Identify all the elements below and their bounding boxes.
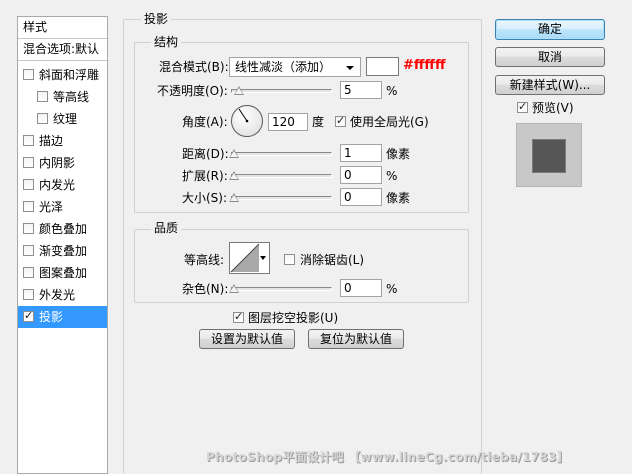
blend-mode-label: 混合模式(B):: [159, 60, 229, 74]
style-item-satin[interactable]: 光泽: [18, 196, 107, 218]
angle-label: 角度(A):: [182, 115, 228, 129]
style-item-label: 描边: [39, 134, 64, 148]
opacity-slider-thumb[interactable]: [234, 86, 244, 95]
size-slider-thumb[interactable]: [229, 193, 239, 202]
layer-knockout-checkbox[interactable]: [233, 310, 244, 324]
pattern-overlay-checkbox[interactable]: [23, 267, 34, 278]
style-item-drop-shadow[interactable]: 投影: [18, 306, 107, 328]
anti-alias-label: 消除锯齿(L): [300, 253, 365, 267]
inner-shadow-checkbox[interactable]: [23, 157, 34, 168]
color-hex-annotation: #ffffff: [403, 58, 446, 73]
distance-input[interactable]: 1: [340, 144, 382, 162]
chevron-down-icon: [260, 256, 266, 260]
shadow-color-swatch[interactable]: [366, 57, 399, 76]
style-item-label: 内发光: [39, 178, 76, 192]
noise-unit: %: [386, 282, 398, 296]
contour-picker[interactable]: [229, 242, 270, 274]
opacity-unit: %: [386, 84, 398, 98]
style-item-pattern-overlay[interactable]: 图案叠加: [18, 262, 107, 284]
opacity-input[interactable]: 5: [340, 81, 382, 99]
quality-title: 品质: [151, 221, 182, 235]
noise-slider-track[interactable]: [231, 287, 332, 291]
noise-label: 杂色(N):: [182, 282, 229, 296]
styles-header[interactable]: 样式: [18, 17, 107, 39]
blending-options-item[interactable]: 混合选项:默认: [18, 39, 107, 61]
style-item-label: 斜面和浮雕: [39, 68, 100, 82]
style-item-texture[interactable]: 纹理: [18, 108, 107, 130]
distance-slider-thumb[interactable]: [229, 149, 239, 158]
style-item-label: 光泽: [39, 200, 64, 214]
gradient-overlay-checkbox[interactable]: [23, 245, 34, 256]
style-item-color-overlay[interactable]: 颜色叠加: [18, 218, 107, 240]
anti-alias-checkbox[interactable]: [284, 254, 295, 265]
style-item-label: 内阴影: [39, 156, 76, 170]
blend-mode-value: 线性减淡（添加）: [235, 60, 332, 74]
style-item-label: 纹理: [53, 112, 78, 126]
angle-unit: 度: [312, 115, 325, 129]
layer-knockout-label: 图层挖空投影(U): [248, 311, 339, 325]
noise-slider-thumb[interactable]: [229, 284, 239, 293]
angle-input[interactable]: 120: [268, 113, 308, 131]
spread-slider-track[interactable]: [231, 174, 332, 178]
spread-unit: %: [386, 169, 398, 183]
style-item-stroke[interactable]: 描边: [18, 130, 107, 152]
blend-mode-select[interactable]: 线性减淡（添加）: [229, 57, 361, 77]
style-item-label: 投影: [39, 310, 64, 324]
reset-default-button[interactable]: 复位为默认值: [308, 329, 404, 349]
distance-slider-track[interactable]: [231, 152, 332, 156]
contour-label: 等高线:: [184, 253, 225, 267]
style-item-label: 外发光: [39, 288, 76, 302]
contour-checkbox[interactable]: [37, 91, 48, 102]
new-style-button[interactable]: 新建样式(W)...: [495, 75, 605, 95]
style-item-label: 渐变叠加: [39, 244, 88, 258]
preview-swatch: [533, 140, 565, 172]
style-item-label: 等高线: [53, 90, 90, 104]
bevel-emboss-checkbox[interactable]: [23, 69, 34, 80]
style-item-outer-glow[interactable]: 外发光: [18, 284, 107, 306]
ok-button[interactable]: 确定: [495, 19, 605, 40]
preview-checkbox[interactable]: [517, 100, 528, 114]
spread-input[interactable]: 0: [340, 166, 382, 184]
drop-shadow-title: 投影: [141, 12, 172, 26]
color-overlay-checkbox[interactable]: [23, 223, 34, 234]
make-default-button[interactable]: 设置为默认值: [199, 329, 295, 349]
global-light-label: 使用全局光(G): [350, 115, 429, 129]
size-slider-track[interactable]: [231, 196, 332, 200]
opacity-slider-track[interactable]: [231, 89, 332, 93]
styles-list: 样式 混合选项:默认 斜面和浮雕 等高线 纹理 描边 内阴影 内发光 光泽 颜色…: [17, 16, 108, 474]
global-light-checkbox[interactable]: [335, 114, 346, 128]
contour-linear-icon: [230, 243, 260, 273]
style-item-bevel-emboss[interactable]: 斜面和浮雕: [18, 64, 107, 86]
opacity-label: 不透明度(O):: [157, 84, 228, 98]
style-item-label: 图案叠加: [39, 266, 88, 280]
size-input[interactable]: 0: [340, 188, 382, 206]
size-label: 大小(S):: [182, 191, 228, 205]
distance-unit: 像素: [386, 147, 411, 161]
spread-slider-thumb[interactable]: [229, 171, 239, 180]
style-item-gradient-overlay[interactable]: 渐变叠加: [18, 240, 107, 262]
stroke-checkbox[interactable]: [23, 135, 34, 146]
style-item-inner-shadow[interactable]: 内阴影: [18, 152, 107, 174]
size-unit: 像素: [386, 191, 411, 205]
cancel-button[interactable]: 取消: [495, 47, 605, 67]
drop-shadow-checkbox[interactable]: [23, 309, 34, 323]
watermark-text: PhotoShop平面设计吧 【www.lineCg.com/tieba/178…: [206, 450, 569, 464]
preview-thumbnail: [516, 123, 582, 187]
style-item-contour[interactable]: 等高线: [18, 86, 107, 108]
style-item-inner-glow[interactable]: 内发光: [18, 174, 107, 196]
satin-checkbox[interactable]: [23, 201, 34, 212]
structure-title: 结构: [151, 35, 182, 49]
spread-label: 扩展(R):: [182, 169, 228, 183]
inner-glow-checkbox[interactable]: [23, 179, 34, 190]
style-item-label: 颜色叠加: [39, 222, 88, 236]
texture-checkbox[interactable]: [37, 113, 48, 124]
distance-label: 距离(D):: [182, 147, 229, 161]
preview-label: 预览(V): [532, 101, 574, 115]
chevron-down-icon: [346, 66, 354, 70]
outer-glow-checkbox[interactable]: [23, 289, 34, 300]
angle-dial-icon: [231, 105, 263, 137]
angle-dial[interactable]: [230, 104, 264, 138]
noise-input[interactable]: 0: [340, 279, 382, 297]
